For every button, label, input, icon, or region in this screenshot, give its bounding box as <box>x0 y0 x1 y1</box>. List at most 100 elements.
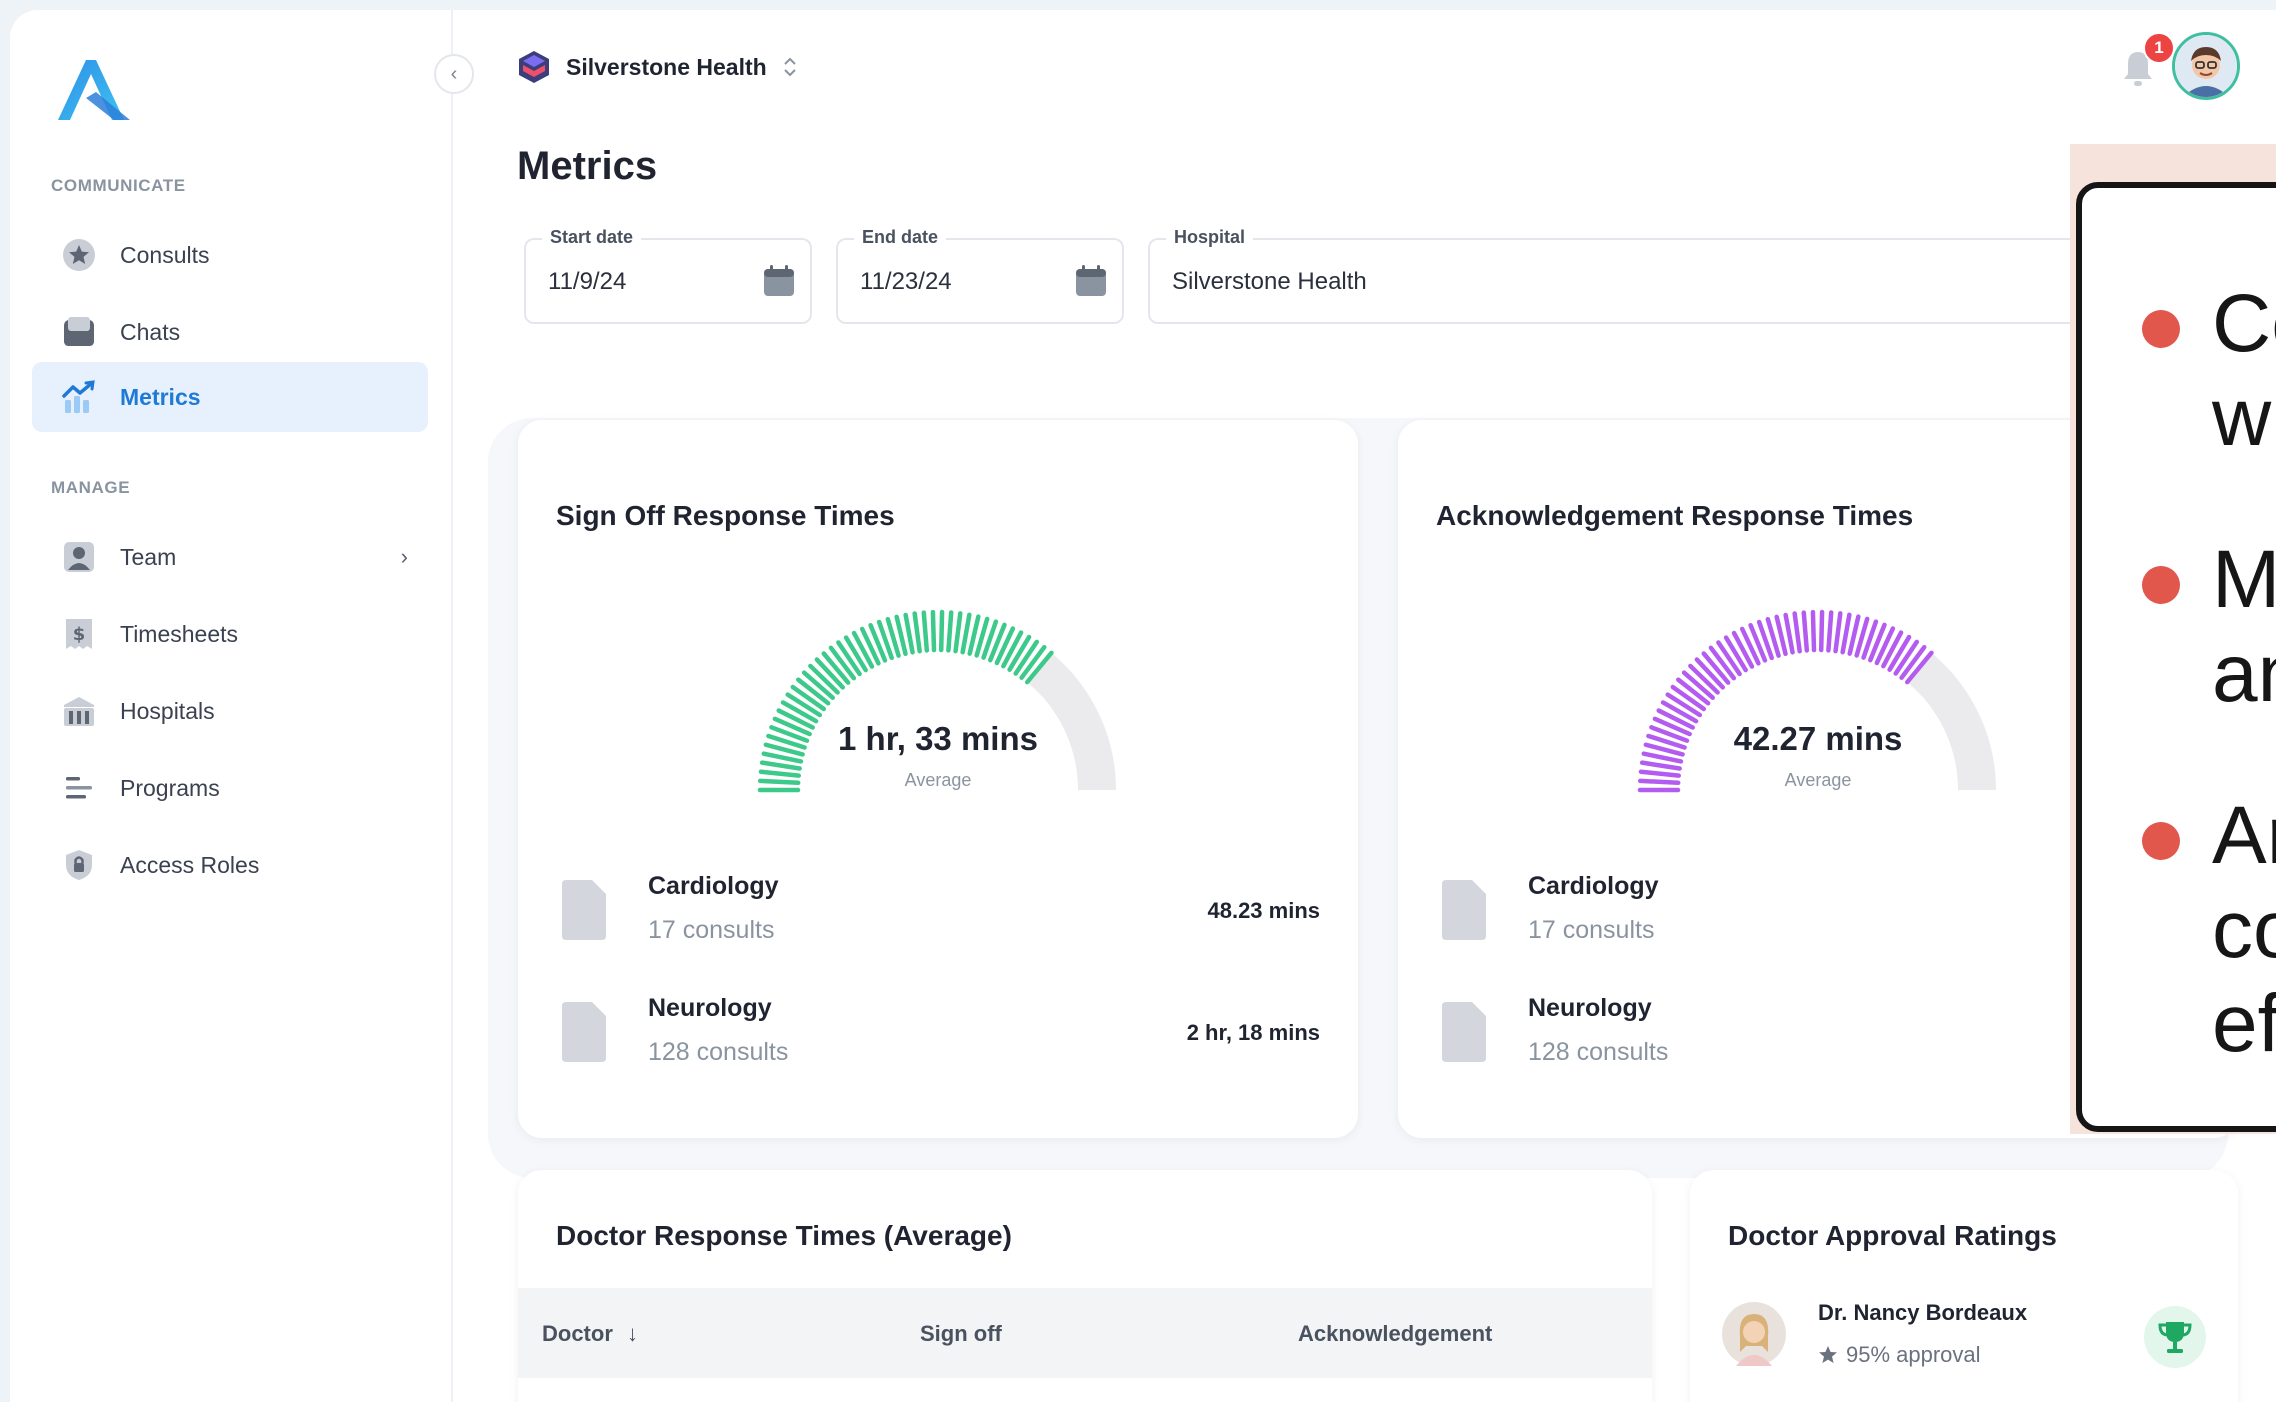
sidebar-item-team[interactable]: Team › <box>32 522 428 592</box>
document-icon <box>562 880 606 940</box>
hospital-value[interactable]: Silverstone Health <box>1172 268 1367 296</box>
chevron-updown-icon <box>783 56 797 78</box>
document-icon <box>1442 1002 1486 1062</box>
acknowledgement-gauge <box>1637 609 1996 793</box>
department-consult-count: 17 consults <box>648 916 775 944</box>
gauge-tick <box>930 609 937 653</box>
star-icon <box>62 238 96 272</box>
doctor-response-times-card: Doctor Response Times (Average) Doctor ↓… <box>518 1170 1652 1402</box>
sidebar-item-label: Hospitals <box>120 697 215 724</box>
hospital-select[interactable]: Hospital Silverstone Health <box>1148 227 2108 324</box>
sidebar-item-chats[interactable]: Chats <box>32 297 428 367</box>
department-consult-count: 128 consults <box>648 1038 789 1066</box>
calendar-icon[interactable] <box>762 264 796 298</box>
slide-text: an <box>2212 628 2276 719</box>
sidebar-item-metrics[interactable]: Metrics <box>32 362 428 432</box>
overlay-slide-image: Co wi Mo an Ar co eff <box>2070 144 2276 1134</box>
sidebar-item-timesheets[interactable]: $ Timesheets <box>32 599 428 669</box>
sidebar-item-hospitals[interactable]: Hospitals <box>32 676 428 746</box>
bullet-dot <box>2142 566 2180 604</box>
dollar-doc-icon: $ <box>62 617 96 651</box>
lock-icon <box>62 848 96 882</box>
column-header-sign-off[interactable]: Sign off <box>920 1321 1002 1347</box>
department-consult-count: 128 consults <box>1528 1038 1669 1066</box>
doctor-avatar[interactable] <box>1722 1302 1786 1366</box>
approval-percentage: 95% approval <box>1846 1342 1981 1367</box>
gauge-tick <box>912 611 922 654</box>
section-label-communicate: COMMUNICATE <box>51 176 186 195</box>
gauge-caption: Average <box>904 770 972 790</box>
collapse-sidebar-button[interactable]: ‹ <box>434 54 474 94</box>
hospital-label: Hospital <box>1166 227 1254 248</box>
sidebar-item-label: Access Roles <box>120 851 260 878</box>
card-title: Acknowledgement Response Times <box>1436 500 1914 531</box>
user-avatar[interactable] <box>2172 32 2240 100</box>
end-date-label: End date <box>854 227 947 248</box>
organization-logo-icon <box>519 51 549 83</box>
doctor-name: Dr. Nancy Bordeaux <box>1818 1300 2028 1325</box>
chart-icon <box>62 380 96 414</box>
bullet-dot <box>2142 310 2180 348</box>
slide-text: Co <box>2212 278 2276 369</box>
inbox-icon <box>62 315 96 349</box>
sidebar-item-consults[interactable]: Consults <box>32 220 428 290</box>
card-title: Doctor Response Times (Average) <box>556 1220 1012 1251</box>
gauge-tick <box>1818 609 1825 653</box>
organization-name: Silverstone Health <box>566 53 767 80</box>
slide-text: eff <box>2212 978 2276 1069</box>
chevron-right-icon[interactable]: › <box>401 544 408 570</box>
arrow-down-icon[interactable]: ↓ <box>627 1321 638 1346</box>
gauge-tick <box>1833 611 1843 654</box>
list-icon <box>62 771 96 805</box>
sidebar-item-access-roles[interactable]: Access Roles <box>32 830 428 900</box>
gauge-tick <box>903 612 915 655</box>
gauge-tick <box>1792 611 1802 654</box>
gauge-tick <box>1639 760 1682 771</box>
gauge-tick <box>1810 609 1817 653</box>
gauge-tick <box>1826 610 1834 653</box>
sign-off-card: Sign Off Response Times 1 hr, 33 mins Av… <box>518 420 1358 1138</box>
gauge-tick <box>1840 612 1852 655</box>
brand-logo[interactable] <box>56 54 132 122</box>
gauge-tick <box>938 609 945 653</box>
slide-frame: Co wi Mo an Ar co eff <box>2076 182 2276 1132</box>
department-response-time: 48.23 mins <box>1207 898 1320 923</box>
doctor-approval: 95% approval <box>1818 1342 1981 1368</box>
department-name: Neurology <box>1528 994 1652 1022</box>
table-header: Doctor ↓ Sign off Acknowledgement <box>518 1288 1652 1378</box>
sidebar-item-label: Timesheets <box>120 620 239 647</box>
building-icon <box>62 694 96 728</box>
gauge-tick <box>1801 610 1810 653</box>
gauge-caption: Average <box>1784 770 1852 790</box>
sidebar: COMMUNICATE Consults Chats Metrics MANAG… <box>10 10 453 1402</box>
section-label-manage: MANAGE <box>51 478 131 497</box>
column-header-doctor[interactable]: Doctor ↓ <box>542 1321 638 1347</box>
gauge-tick <box>960 612 972 655</box>
department-name: Cardiology <box>648 872 779 900</box>
start-date-label: Start date <box>542 227 642 248</box>
sidebar-item-label: Team <box>120 543 177 570</box>
column-header-acknowledgement[interactable]: Acknowledgement <box>1298 1321 1492 1347</box>
end-date-field[interactable]: End date 11/23/24 <box>836 227 1124 324</box>
slide-text: co <box>2212 884 2276 975</box>
bullet-dot <box>2142 822 2180 860</box>
card-title: Doctor Approval Ratings <box>1728 1220 2057 1251</box>
gauge-tick <box>759 760 802 771</box>
start-date-value[interactable]: 11/9/24 <box>548 268 626 296</box>
document-icon <box>1442 880 1486 940</box>
end-date-value[interactable]: 11/23/24 <box>860 268 952 296</box>
gauge-value: 42.27 mins <box>1733 720 1903 757</box>
department-name: Neurology <box>648 994 772 1022</box>
doctor-approval-ratings-card: Doctor Approval Ratings Dr. Nancy Bordea… <box>1690 1170 2238 1402</box>
start-date-field[interactable]: Start date 11/9/24 <box>524 227 812 324</box>
sign-off-gauge <box>757 609 1116 793</box>
sidebar-item-programs[interactable]: Programs <box>32 753 428 823</box>
sidebar-item-label: Chats <box>120 318 181 345</box>
page-title: Metrics <box>517 144 658 188</box>
sidebar-item-label: Programs <box>120 774 220 801</box>
person-icon <box>62 540 96 574</box>
calendar-icon[interactable] <box>1074 264 1108 298</box>
organization-switcher[interactable]: Silverstone Health <box>516 47 797 87</box>
gauge-tick <box>946 610 954 653</box>
document-icon <box>562 1002 606 1062</box>
